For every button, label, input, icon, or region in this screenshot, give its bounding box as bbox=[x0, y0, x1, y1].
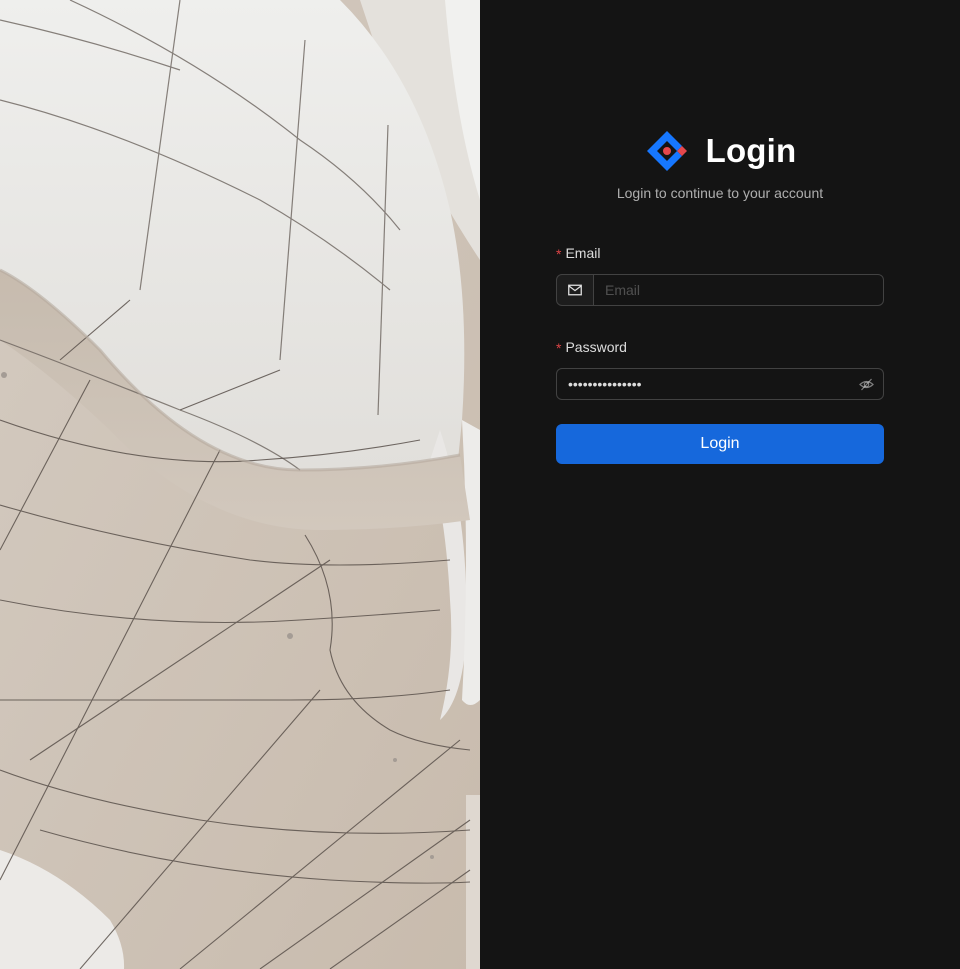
brand-header: Login bbox=[480, 128, 960, 174]
email-field[interactable] bbox=[594, 275, 883, 305]
required-mark: * bbox=[556, 246, 562, 262]
login-form: * Email * Password bbox=[556, 240, 884, 464]
email-label: * Email bbox=[556, 240, 884, 266]
diamond-logo-icon bbox=[646, 131, 687, 171]
password-field[interactable] bbox=[557, 369, 849, 399]
login-panel: Login Login to continue to your account … bbox=[480, 0, 960, 969]
password-label: * Password bbox=[556, 334, 884, 360]
hero-image bbox=[0, 0, 480, 969]
password-label-text: Password bbox=[565, 339, 627, 355]
email-label-text: Email bbox=[565, 245, 601, 261]
required-mark: * bbox=[556, 340, 562, 356]
email-field-wrapper bbox=[556, 274, 884, 306]
login-button[interactable]: Login bbox=[556, 424, 884, 464]
page-subtitle: Login to continue to your account bbox=[616, 185, 824, 201]
eye-invisible-icon[interactable] bbox=[849, 369, 883, 399]
password-field-wrapper bbox=[556, 368, 884, 400]
mail-icon bbox=[557, 275, 594, 305]
page-title: Login bbox=[705, 132, 797, 169]
